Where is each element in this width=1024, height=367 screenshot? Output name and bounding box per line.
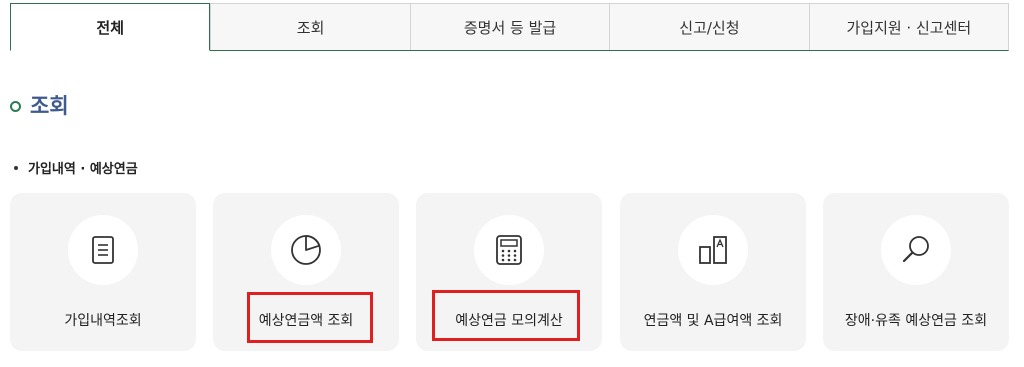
ring-bullet-icon [10, 100, 21, 112]
pie-chart-icon [291, 235, 321, 265]
icon-circle [68, 215, 138, 285]
section-title: 조회 [30, 94, 69, 118]
card-label: 예상연금 모의계산 [455, 313, 563, 329]
tab-certificate-issuance[interactable]: 증명서 등 발급 [409, 4, 609, 50]
category-tabs: 전체 조회 증명서 등 발급 신고/신청 가입지원 · 신고센터 [10, 3, 1009, 51]
tab-report-application[interactable]: 신고/신청 [609, 4, 808, 50]
card-label: 장애·유족 예상연금 조회 [844, 313, 988, 329]
card-expected-pension-inquiry[interactable]: 예상연금액 조회 [213, 193, 399, 351]
card-label: 가입내역조회 [64, 313, 142, 329]
card-enrollment-history[interactable]: 가입내역조회 [10, 193, 196, 351]
search-icon [902, 236, 929, 263]
card-pension-a-benefit-inquiry[interactable]: 연금액 및 A급여액 조회 [620, 193, 806, 351]
bullet-icon [14, 165, 18, 170]
calculator-icon [496, 235, 522, 265]
card-pension-simulation[interactable]: 예상연금 모의계산 [416, 193, 602, 351]
card-disability-survivor-pension[interactable]: 장애·유족 예상연금 조회 [823, 193, 1009, 351]
card-label: 연금액 및 A급여액 조회 [643, 313, 783, 329]
icon-circle [678, 215, 748, 285]
icon-circle [881, 215, 951, 285]
subsection-header: 가입내역 · 예상연금 [14, 158, 138, 177]
card-label: 예상연금액 조회 [258, 313, 354, 329]
section-header: 조회 [10, 93, 69, 119]
icon-circle [474, 215, 544, 285]
document-icon [92, 236, 114, 264]
comparison-icon [699, 236, 727, 264]
subsection-title: 가입내역 · 예상연금 [28, 162, 138, 177]
tab-support-center[interactable]: 가입지원 · 신고센터 [808, 4, 1008, 50]
tab-all[interactable]: 전체 [10, 3, 211, 51]
tab-inquiry[interactable]: 조회 [210, 4, 409, 50]
icon-circle [271, 215, 341, 285]
